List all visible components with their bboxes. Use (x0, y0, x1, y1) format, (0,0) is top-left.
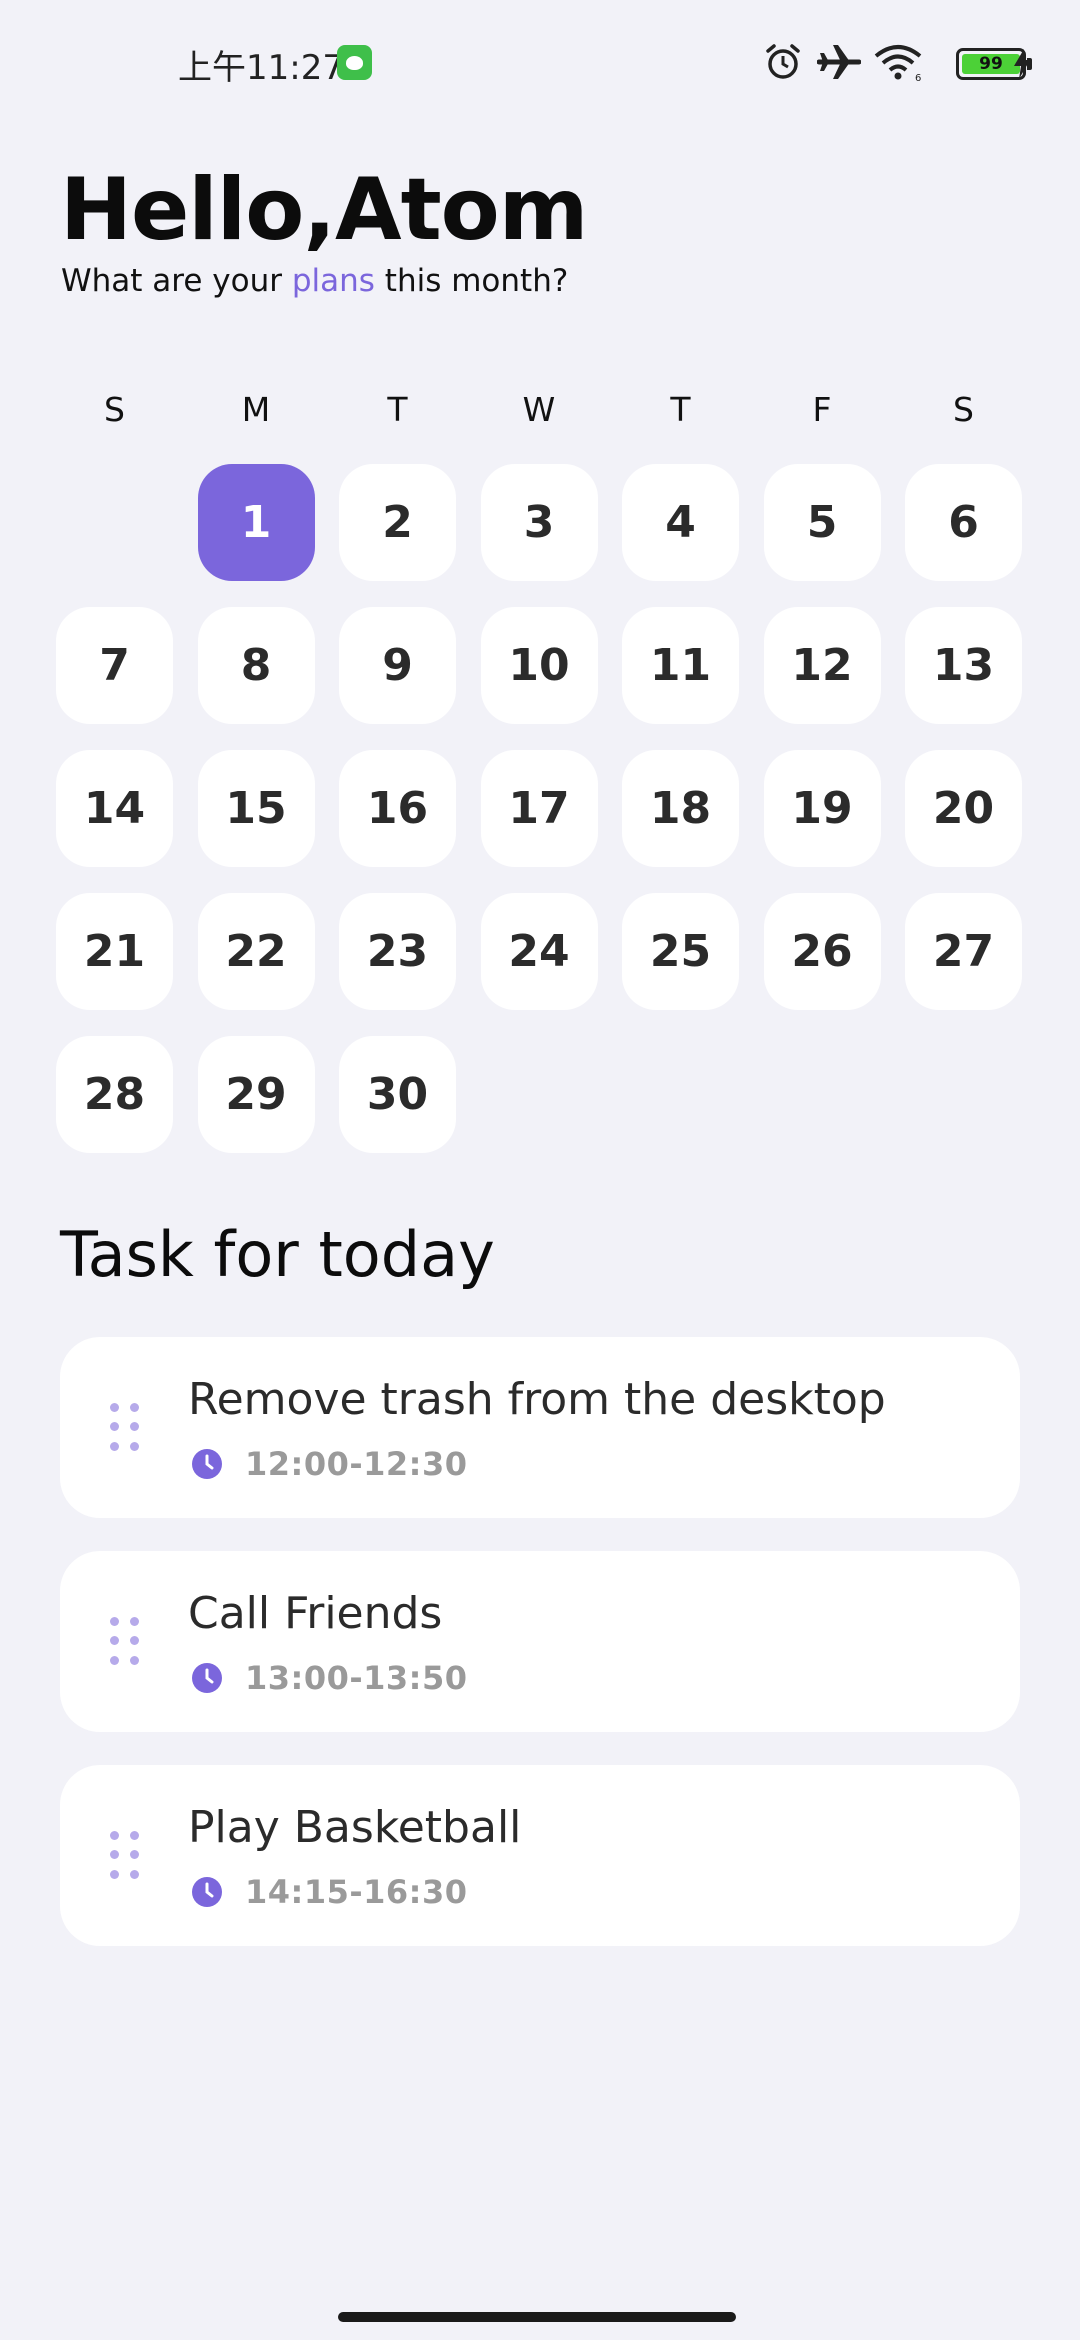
calendar-day[interactable]: 3 (480, 464, 598, 581)
home-indicator[interactable] (338, 2312, 736, 2322)
calendar-day[interactable]: 9 (339, 607, 456, 724)
status-bar: 上午11:27 6 99 (0, 0, 1080, 124)
calendar-day[interactable]: 24 (480, 893, 598, 1010)
calendar-day[interactable]: 8 (197, 607, 315, 724)
calendar-day[interactable]: 12 (763, 607, 881, 724)
calendar-day[interactable]: 16 (339, 750, 456, 867)
airplane-icon (817, 45, 861, 79)
task-list: Remove trash from the desktop 12:00-12:30… (60, 1337, 1020, 1979)
drag-handle-icon[interactable] (110, 1831, 140, 1881)
drag-handle-icon[interactable] (110, 1403, 140, 1453)
clock-icon (192, 1877, 222, 1907)
calendar-day[interactable]: 2 (339, 464, 456, 581)
task-time: 14:15-16:30 (245, 1873, 468, 1911)
weekday-label: S (953, 390, 974, 429)
weekday-header: SMTWTFS (56, 390, 1020, 429)
calendar-day[interactable]: 15 (197, 750, 315, 867)
calendar-day[interactable]: 22 (197, 893, 315, 1010)
calendar-day[interactable]: 5 (763, 464, 881, 581)
calendar-day[interactable]: 30 (339, 1036, 456, 1153)
calendar-day[interactable]: 21 (56, 893, 173, 1010)
charging-icon (1014, 49, 1030, 79)
tasks-section-title: Task for today (60, 1218, 495, 1291)
calendar-day[interactable]: 17 (480, 750, 598, 867)
task-title: Remove trash from the desktop (188, 1374, 886, 1425)
task-time: 13:00-13:50 (245, 1659, 468, 1697)
calendar-day[interactable]: 6 (905, 464, 1022, 581)
greeting-title: Hello,Atom (60, 160, 588, 260)
svg-text:6: 6 (915, 73, 921, 82)
drag-handle-icon[interactable] (110, 1617, 140, 1667)
task-time-row: 12:00-12:30 (191, 1445, 468, 1483)
weekday-label: M (241, 390, 271, 429)
task-title: Call Friends (188, 1588, 443, 1639)
subtitle-text-end: this month? (374, 263, 569, 299)
weekday-label: T (387, 390, 408, 429)
calendar-day[interactable]: 27 (905, 893, 1022, 1010)
calendar-day[interactable]: 29 (197, 1036, 315, 1153)
calendar-day[interactable]: 14 (56, 750, 173, 867)
calendar-day[interactable]: 4 (622, 464, 739, 581)
calendar-day[interactable]: 7 (56, 607, 173, 724)
calendar-day[interactable]: 26 (763, 893, 881, 1010)
calendar-day[interactable]: 25 (622, 893, 739, 1010)
calendar-day[interactable]: 23 (339, 893, 456, 1010)
greeting-subtitle: What are your plans this month? (61, 263, 568, 299)
calendar-day[interactable]: 10 (480, 607, 598, 724)
clock-icon (192, 1663, 222, 1693)
calendar-day[interactable]: 11 (622, 607, 739, 724)
task-title: Play Basketball (188, 1802, 522, 1853)
weekday-label: W (522, 390, 556, 429)
subtitle-accent-text: plans (291, 263, 375, 299)
task-card[interactable]: Call Friends 13:00-13:50 (60, 1551, 1020, 1732)
alarm-icon (766, 44, 800, 79)
calendar-day[interactable]: 19 (763, 750, 881, 867)
calendar-day-selected[interactable]: 1 (197, 464, 315, 581)
calendar-grid: 1 2 3 4 5 6 7 8 9 10 11 12 13 14 15 16 17 18 19 20 21 22 23 24 2… (56, 464, 1022, 1153)
task-time: 12:00-12:30 (245, 1445, 468, 1483)
task-card[interactable]: Play Basketball 14:15-16:30 (60, 1765, 1020, 1946)
subtitle-text: What are your (61, 263, 292, 299)
task-time-row: 13:00-13:50 (191, 1659, 468, 1697)
calendar-day[interactable]: 18 (622, 750, 739, 867)
weekday-label: T (670, 390, 691, 429)
wifi-icon: 6 (874, 45, 921, 82)
status-time: 上午11:27 (178, 48, 344, 88)
weekday-label: S (104, 390, 125, 429)
calendar-day[interactable]: 28 (56, 1036, 173, 1153)
app-notification-icon (337, 45, 372, 80)
clock-icon (192, 1449, 222, 1479)
task-time-row: 14:15-16:30 (191, 1873, 468, 1911)
calendar-day[interactable]: 20 (905, 750, 1022, 867)
weekday-label: F (812, 390, 832, 429)
task-card[interactable]: Remove trash from the desktop 12:00-12:30 (60, 1337, 1020, 1518)
calendar-empty-cell (56, 464, 173, 581)
calendar-day[interactable]: 13 (905, 607, 1022, 724)
